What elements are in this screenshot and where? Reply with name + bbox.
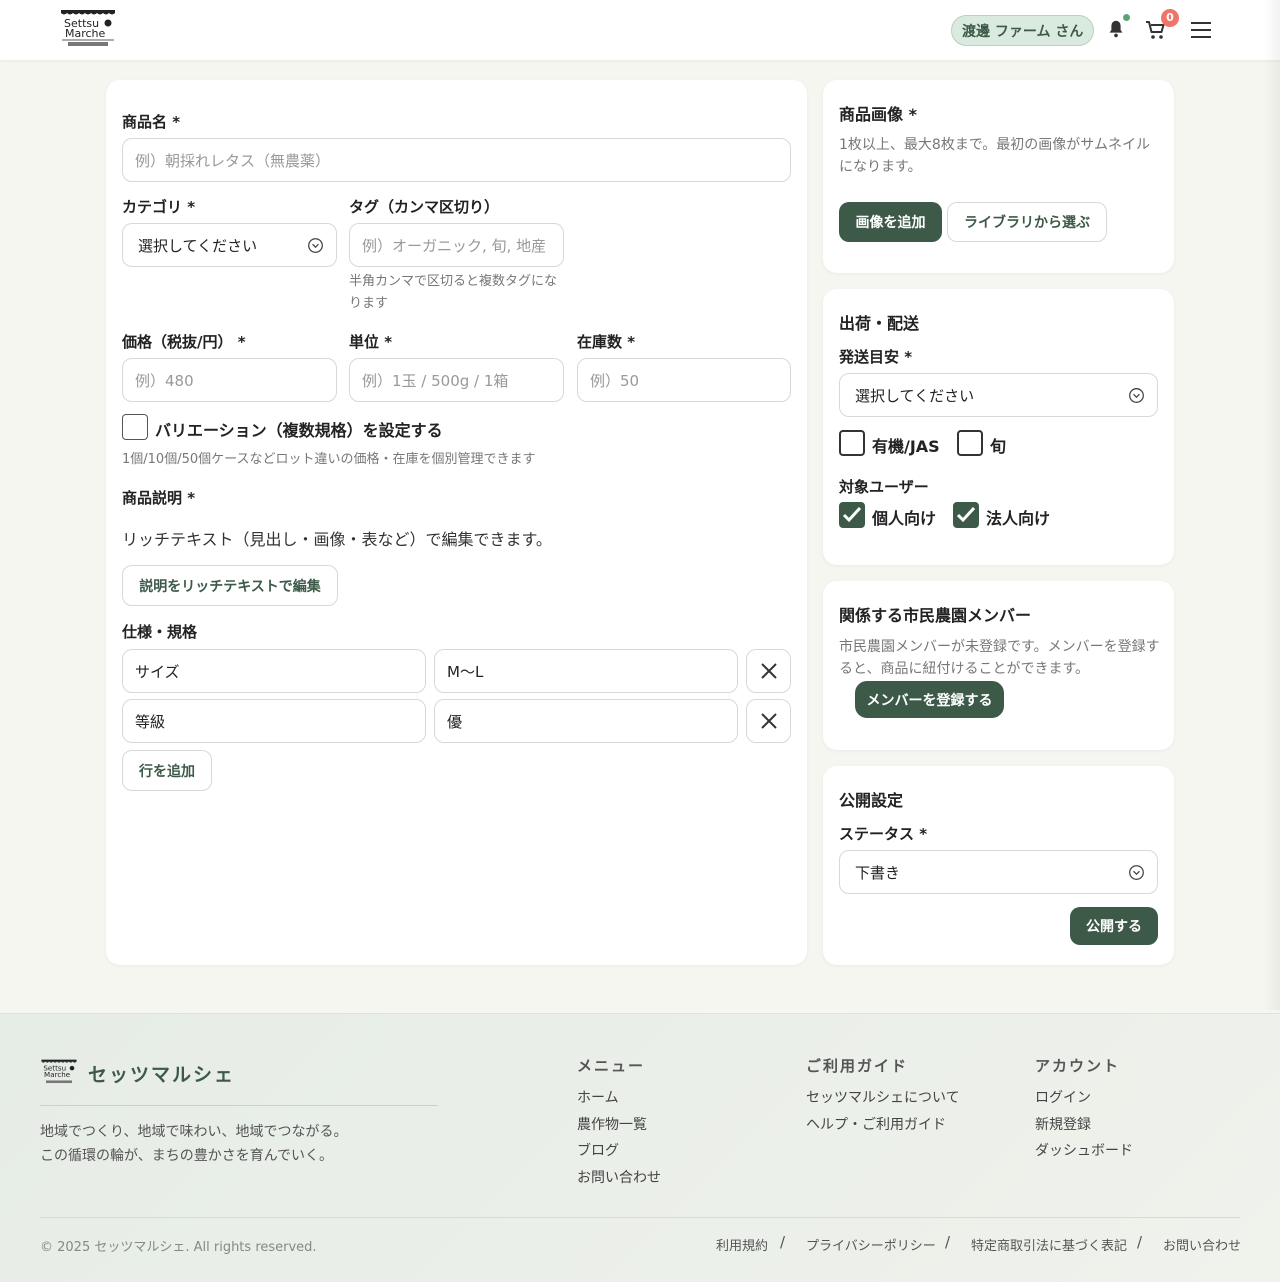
- stock-input[interactable]: 例）50: [577, 358, 791, 402]
- tags-label: タグ（カンマ区切り）: [349, 198, 500, 216]
- footer-tagline: この循環の輪が、まちの豊かさを育んでいく。: [40, 1148, 334, 1164]
- description-label: 商品説明 *: [122, 489, 196, 507]
- chevron-down-icon: [308, 238, 323, 253]
- description-text: リッチテキスト（見出し・画像・表など）で編集できます。: [122, 530, 552, 549]
- add-image-button[interactable]: 画像を追加: [839, 202, 942, 242]
- footer-divider: [40, 1105, 438, 1106]
- product-name-input[interactable]: 例）朝採れレタス（無農薬）: [122, 138, 791, 182]
- legal-link-commerce[interactable]: 特定商取引法に基づく表記: [971, 1235, 1127, 1254]
- cart-count-badge: 0: [1161, 9, 1179, 27]
- individual-label: 個人向け: [872, 509, 937, 528]
- chevron-down-icon: [1129, 865, 1144, 880]
- variation-checkbox[interactable]: [122, 414, 148, 440]
- unit-input[interactable]: 例）1玉 / 500g / 1箱: [349, 358, 564, 402]
- category-label: カテゴリ *: [122, 198, 196, 216]
- legal-separator: /: [1137, 1233, 1143, 1251]
- footer-link-help[interactable]: ヘルプ・ご利用ガイド: [806, 1114, 946, 1134]
- footer-link-about[interactable]: セッツマルシェについて: [806, 1087, 960, 1107]
- footer-link-blog[interactable]: ブログ: [577, 1140, 619, 1160]
- category-select[interactable]: 選択してください: [122, 223, 337, 267]
- footer-link-dashboard[interactable]: ダッシュボード: [1035, 1140, 1133, 1160]
- menu-hamburger-icon[interactable]: [1189, 20, 1213, 40]
- organic-jas-label: 有機/JAS: [872, 437, 940, 456]
- seasonal-label: 旬: [990, 437, 1007, 456]
- spec-key-input[interactable]: サイズ: [122, 649, 426, 693]
- footer-bottom-divider: [40, 1217, 1240, 1218]
- remove-spec-row-button[interactable]: [746, 699, 791, 743]
- variation-label: バリエーション（複数規格）を設定する: [155, 421, 443, 440]
- svg-text:Marche: Marche: [65, 27, 106, 40]
- scroll-shadow: [1264, 0, 1280, 1010]
- register-member-button[interactable]: メンバーを登録する: [855, 681, 1004, 718]
- spec-key-input[interactable]: 等級: [122, 699, 426, 743]
- close-icon: [760, 663, 777, 679]
- variation-hint: 1個/10個/50個ケースなどロット違いの価格・在庫を個別管理できます: [122, 452, 536, 467]
- tags-input[interactable]: 例）オーガニック, 旬, 地産: [349, 223, 564, 267]
- unit-label: 単位 *: [349, 333, 393, 351]
- footer-link-contact[interactable]: お問い合わせ: [577, 1167, 661, 1187]
- spec-value-input[interactable]: 優: [434, 699, 738, 743]
- tags-hint: 半角カンマで区切ると複数タグになります: [349, 274, 558, 311]
- close-icon: [760, 713, 777, 729]
- edit-description-button[interactable]: 説明をリッチテキストで編集: [122, 565, 338, 606]
- seasonal-checkbox[interactable]: [957, 430, 983, 456]
- shipping-title: 出荷・配送: [839, 314, 920, 333]
- footer-link-register[interactable]: 新規登録: [1035, 1114, 1091, 1134]
- notification-dot: [1123, 14, 1130, 21]
- spec-label: 仕様・規格: [122, 623, 198, 641]
- ship-estimate-label: 発送目安 *: [839, 348, 913, 366]
- checkmark-icon: [956, 506, 976, 523]
- chevron-down-icon: [1129, 388, 1144, 403]
- legal-link-contact[interactable]: お問い合わせ: [1163, 1235, 1241, 1254]
- target-users-label: 対象ユーザー: [839, 478, 929, 496]
- add-row-button[interactable]: 行を追加: [122, 750, 212, 791]
- legal-separator: /: [780, 1233, 786, 1251]
- remove-spec-row-button[interactable]: [746, 649, 791, 693]
- business-label: 法人向け: [986, 509, 1051, 528]
- notification-bell-icon[interactable]: [1105, 18, 1127, 40]
- footer-guide-title: ご利用ガイド: [806, 1057, 909, 1075]
- images-title: 商品画像 *: [839, 105, 917, 124]
- organic-jas-checkbox[interactable]: [839, 430, 865, 456]
- status-label: ステータス *: [839, 825, 928, 843]
- individual-checkbox[interactable]: [839, 502, 865, 528]
- svg-text:Marche: Marche: [44, 1070, 70, 1079]
- ship-estimate-value: 選択してください: [855, 386, 975, 405]
- status-select-value: 下書き: [855, 863, 901, 882]
- legal-link-terms[interactable]: 利用規約: [716, 1235, 768, 1254]
- footer-logo[interactable]: Settsu Marche: [40, 1059, 78, 1085]
- footer-menu-title: メニュー: [577, 1057, 646, 1075]
- publish-title: 公開設定: [839, 791, 904, 810]
- footer-link-products[interactable]: 農作物一覧: [577, 1114, 647, 1134]
- copyright: © 2025 セッツマルシェ. All rights reserved.: [40, 1240, 317, 1255]
- footer-tagline: 地域でつくり、地域で味わい、地域でつながる。: [40, 1124, 348, 1140]
- product-name-label: 商品名 *: [122, 113, 181, 131]
- footer-link-login[interactable]: ログイン: [1035, 1087, 1091, 1107]
- status-select[interactable]: 下書き: [839, 850, 1158, 894]
- images-hint: 1枚以上、最大8枚まで。最初の画像がサムネイルになります。: [839, 137, 1150, 175]
- spec-value-input[interactable]: M〜L: [434, 649, 738, 693]
- user-name-pill[interactable]: 渡邊 ファーム さん: [951, 15, 1095, 46]
- choose-from-library-button[interactable]: ライブラリから選ぶ: [947, 202, 1107, 242]
- footer-account-title: アカウント: [1035, 1057, 1121, 1075]
- business-checkbox[interactable]: [953, 502, 979, 528]
- legal-separator: /: [945, 1233, 951, 1251]
- site-logo[interactable]: Settsu Marche: [60, 9, 116, 49]
- stock-label: 在庫数 *: [577, 333, 636, 351]
- category-select-value: 選択してください: [138, 236, 258, 255]
- checkmark-icon: [842, 506, 862, 523]
- publish-button[interactable]: 公開する: [1070, 907, 1158, 945]
- price-label: 価格（税抜/円） *: [122, 333, 246, 351]
- members-title: 関係する市民農園メンバー: [839, 606, 1032, 625]
- price-input[interactable]: 例）480: [122, 358, 337, 402]
- footer-brand: セッツマルシェ: [88, 1064, 236, 1086]
- ship-estimate-select[interactable]: 選択してください: [839, 373, 1158, 417]
- legal-link-privacy[interactable]: プライバシーポリシー: [806, 1235, 936, 1254]
- site-header: Settsu Marche 渡邊 ファーム さん 0: [0, 0, 1280, 60]
- footer-link-home[interactable]: ホーム: [577, 1087, 619, 1107]
- members-hint: 市民農園メンバーが未登録です。メンバーを登録すると、商品に紐付けることができます…: [839, 639, 1160, 677]
